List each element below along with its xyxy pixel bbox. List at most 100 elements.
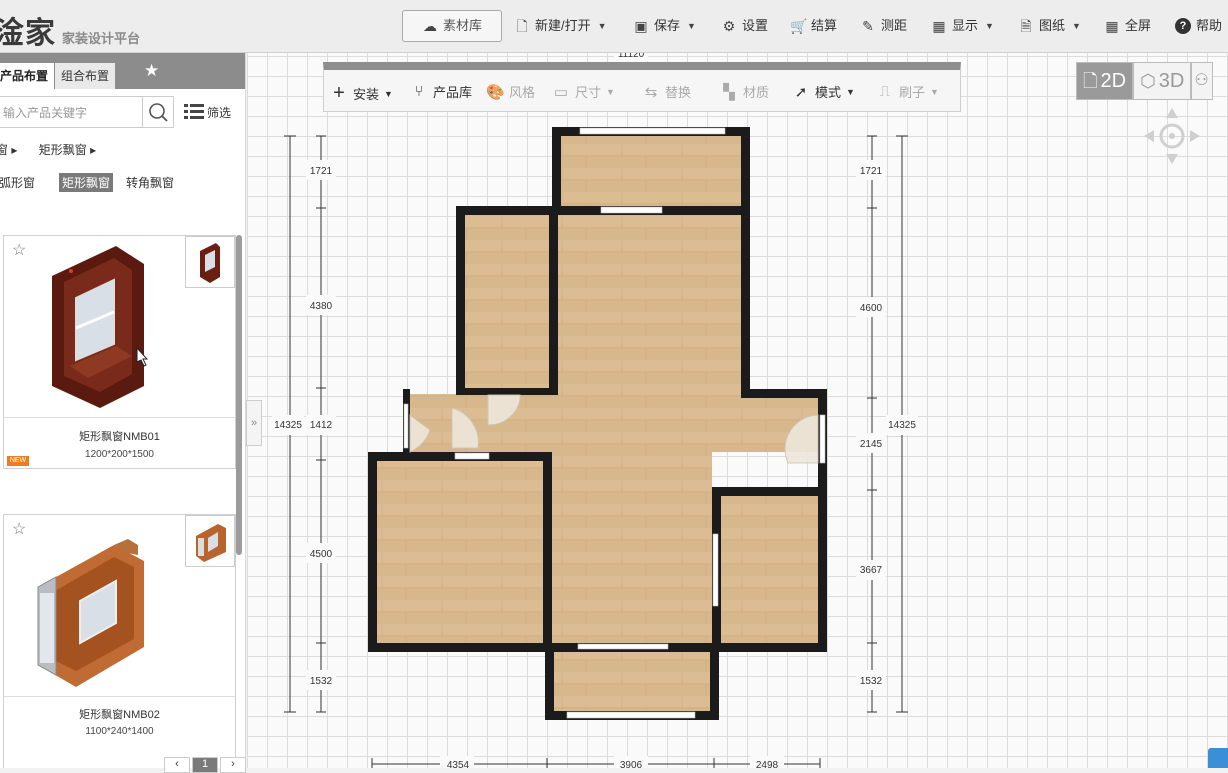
chevron-down-icon: ▼ [985, 21, 994, 31]
new-badge: NEW [7, 456, 29, 466]
subcategory-corner-bay[interactable]: 转角飘窗 [123, 173, 177, 192]
tab-combo-layout[interactable]: 组合布置 [55, 63, 116, 89]
ruler-icon: ✎ [862, 18, 874, 34]
cube-icon: ⬡ [1140, 71, 1156, 91]
product-size: 1100*240*1400 [85, 726, 154, 737]
fullscreen-label: 全屏 [1125, 18, 1152, 33]
current-page[interactable]: 1 [192, 757, 218, 773]
product-search-input[interactable]: 输入产品关键字 [0, 96, 143, 128]
pan-compass-icon[interactable] [1142, 106, 1202, 166]
search-button[interactable] [143, 96, 174, 128]
breadcrumb-bay-label: 矩形飘窗 [38, 143, 87, 157]
help-label: 帮助 [1196, 18, 1223, 33]
view-2d-button[interactable]: 🗋 2D [1076, 62, 1134, 100]
ruler-icon: ▭ [553, 83, 569, 101]
dim-right-5: 1532 [860, 676, 883, 687]
favorite-star-icon[interactable]: ☆ [12, 240, 26, 260]
chevron-down-icon: ▼ [606, 86, 615, 97]
new-open-button[interactable]: 🗋 新建/打开 ▼ [514, 12, 606, 40]
fullscreen-icon: ▦ [1105, 18, 1119, 34]
floor-balcony-bottom[interactable] [552, 648, 710, 712]
floor-plan[interactable]: 1721 4380 1412 4500 1532 14325 1721 4600… [247, 53, 1228, 768]
product-thumbnail[interactable] [185, 515, 235, 567]
swap-icon: ⇆ [644, 83, 658, 101]
help-button[interactable]: ? 帮助 [1175, 12, 1222, 40]
product-library-button[interactable]: ⑂ 产品库 [410, 82, 472, 101]
dim-right-total: 14325 [888, 420, 916, 431]
mode-button[interactable]: ➚ 模式 ▼ [792, 82, 855, 101]
install-button[interactable]: + 安装 ▼ [330, 82, 393, 105]
fullscreen-button[interactable]: ▦ 全屏 [1104, 12, 1151, 40]
breadcrumb: 窗 ▸ 矩形飘窗 ▸ [0, 141, 114, 158]
floor-living[interactable] [558, 214, 744, 394]
style-label: 风格 [509, 85, 536, 100]
drawings-button[interactable]: 🗎 图纸 ▼ [1018, 12, 1081, 40]
dim-right-2: 4600 [860, 303, 883, 314]
measure-label: 测距 [881, 18, 908, 33]
new-open-label: 新建/打开 [535, 18, 591, 33]
style-button[interactable]: 🎨 风格 [486, 82, 535, 101]
chevron-down-icon: ▼ [930, 86, 939, 97]
materials-label: 素材库 [442, 18, 482, 33]
cursor-icon: ➚ [794, 83, 808, 101]
subcategory-arc-window[interactable]: 弧形窗 [0, 173, 38, 192]
favorite-star-icon[interactable]: ☆ [12, 519, 26, 539]
chat-icon[interactable] [1208, 748, 1228, 768]
display-button[interactable]: ▦ 显示 ▼ [931, 12, 994, 40]
replace-label: 替换 [665, 85, 692, 100]
floor-dining[interactable] [552, 452, 712, 644]
list-icon [184, 104, 204, 119]
file-icon: 🗋 [516, 18, 528, 34]
product-thumbnail[interactable] [185, 236, 235, 288]
size-button[interactable]: ▭ 尺寸 ▼ [552, 82, 615, 101]
dim-left-5: 1532 [310, 676, 333, 687]
dim-bottom-3: 2498 [756, 760, 779, 768]
breadcrumb-window-label: 窗 [0, 143, 8, 157]
brush-label: 刷子 [899, 85, 926, 100]
tab-product-layout[interactable]: 产品布置 [0, 63, 55, 89]
floor-balcony-top[interactable] [560, 134, 743, 208]
floor-bedroom-right[interactable] [720, 494, 820, 644]
product-card[interactable]: ☆ 矩形飘窗NMB02 1100*240*1400 [3, 514, 236, 768]
settings-label: 设置 [742, 18, 769, 33]
dim-left-2: 4380 [310, 301, 333, 312]
chair-icon: ⑂ [414, 83, 424, 100]
measure-button[interactable]: ✎ 测距 [860, 12, 907, 40]
display-label: 显示 [952, 18, 979, 33]
brush-icon: ⎍ [879, 83, 891, 100]
subcategory-rect-bay[interactable]: 矩形飘窗 [59, 173, 114, 192]
checkout-button[interactable]: 🛒 结算 [790, 12, 837, 40]
grid-icon: ▦ [932, 18, 946, 34]
breadcrumb-item[interactable]: 矩形飘窗 ▸ [39, 143, 96, 157]
product-card[interactable]: ☆ 矩形飘窗NMB01 1200*200*1500 NEW [3, 235, 236, 469]
plus-icon: + [333, 82, 345, 104]
brush-button[interactable]: ⎍ 刷子 ▼ [876, 82, 939, 101]
person-view-button[interactable]: ⚇ [1191, 62, 1214, 100]
chevron-down-icon: ▼ [1072, 21, 1081, 31]
dim-left-4: 4500 [310, 549, 333, 560]
filter-label: 筛选 [207, 105, 232, 120]
filter-button[interactable]: 筛选 [184, 103, 231, 121]
product-name: 矩形飘窗NMB02 [79, 709, 160, 721]
floor-room-small[interactable] [464, 214, 556, 390]
breadcrumb-item[interactable]: 窗 ▸ [0, 143, 17, 157]
material-button[interactable]: ▚ 材质 [720, 82, 769, 101]
favorites-star-icon[interactable]: ★ [144, 61, 159, 81]
next-page-button[interactable]: › [220, 757, 246, 773]
save-icon: ▣ [634, 18, 648, 34]
prev-page-button[interactable]: ‹ [164, 757, 190, 773]
card-divider [4, 417, 235, 418]
sidebar-scrollbar[interactable] [236, 235, 242, 555]
app-logo: 淦家 [0, 16, 56, 51]
settings-button[interactable]: ⚙ 设置 [721, 12, 768, 40]
object-edit-toolbar: + 安装 ▼ ⑂ 产品库 🎨 风格 ▭ 尺寸 ▼ ⇆ 替换 ▚ 材质 ➚ 模式 … [323, 62, 961, 112]
dim-bottom-2: 3906 [620, 760, 643, 768]
save-button[interactable]: ▣ 保存 ▼ [633, 12, 696, 40]
materials-button[interactable]: ☁ 素材库 [402, 10, 502, 42]
library-label: 产品库 [433, 85, 473, 100]
replace-button[interactable]: ⇆ 替换 [642, 82, 691, 101]
thumbnail-image [200, 243, 220, 283]
floor-bedroom-left[interactable] [374, 460, 546, 644]
pagination: ‹ 1 › [164, 757, 248, 773]
view-3d-button[interactable]: ⬡ 3D [1133, 62, 1192, 100]
